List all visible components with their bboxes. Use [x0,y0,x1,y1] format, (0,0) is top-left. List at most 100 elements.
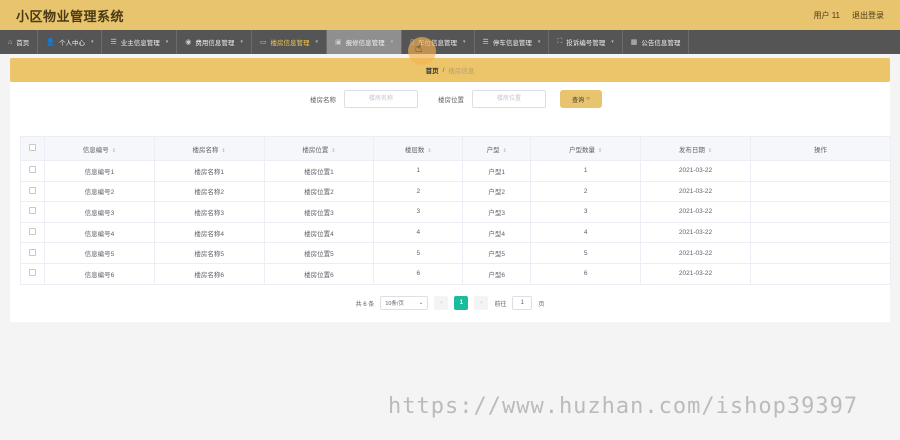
page-unit-label: 页 [538,301,545,308]
sort-icon[interactable]: ⇕ [112,148,116,154]
chevron-down-icon: ⌄ [418,300,424,306]
table-row: 信息编号4 楼房名称4 楼房位置4 4 户型4 4 2021-03-22 [20,221,891,244]
sort-icon[interactable]: ⇕ [503,148,507,154]
column-header-label: 户型数量 [569,146,596,154]
page-number-current[interactable]: 1 [454,296,469,310]
list-icon: ☰ [110,39,117,46]
building-name-input[interactable] [344,90,418,108]
table-cell: 户型2 [462,180,532,203]
chevron-down-icon: ▾ [165,39,169,45]
nav-item-7[interactable]: ▯ 车位信息管理 ▾ [402,30,475,54]
table-cell: 户型6 [462,262,532,285]
table-cell: 6 [373,262,464,285]
sort-icon[interactable]: ⇕ [331,148,335,154]
row-checkbox[interactable] [29,228,36,236]
location-icon: ◉ [185,39,192,46]
column-header[interactable]: 发布日期 ⇕ [640,136,751,161]
table-cell [750,221,891,244]
breadcrumb-home[interactable]: 首页 [426,65,439,75]
chevron-left-icon: ‹ [440,300,443,306]
table-cell: 信息编号4 [44,221,155,244]
sort-icon[interactable]: ⇕ [427,148,431,154]
logout-link[interactable]: 退出登录 [852,10,884,21]
chevron-down-icon: ▾ [315,39,319,45]
page-size-select[interactable]: 10条/页 ⌄ [380,296,429,310]
table-body: 信息编号1 楼房名称1 楼房位置1 1 户型1 1 2021-03-22 信息编号2 楼房名称2… [20,160,891,285]
nav-item-label: 投诉编号管理 [566,40,606,47]
chevron-down-icon: ▾ [463,39,466,45]
table-cell: 3 [373,201,464,223]
select-all-checkbox[interactable] [29,144,36,151]
table-cell: 2021-03-22 [640,221,751,244]
table-cell: 信息编号3 [44,201,155,223]
table-row: 信息编号1 楼房名称1 楼房位置1 1 户型1 1 2021-03-22 [20,160,891,182]
column-header-label: 操作 [814,146,827,154]
table-cell: 6 [530,262,642,285]
current-user[interactable]: 用户 11 [813,10,840,21]
nav-item-9[interactable]: ⛶ 投诉编号管理 ▾ [549,30,623,54]
row-select-cell [20,180,45,203]
building-location-input[interactable] [472,90,546,108]
nav-item-3[interactable]: ☰ 业主信息管理 ▾ [102,30,178,54]
table-cell [750,180,891,203]
nav-item-label: 业主信息管理 [120,40,160,47]
row-checkbox[interactable] [29,207,36,215]
chevron-down-icon: ▾ [611,39,614,45]
column-header-label: 楼房位置 [302,146,329,154]
next-page-button[interactable]: › [474,296,489,310]
search-button[interactable]: 查询 ○ [560,90,602,108]
nav-item-label: 车位信息管理 [418,40,458,47]
prev-page-button[interactable]: ‹ [434,296,449,310]
page-size-value: 10条/页 [385,301,404,307]
nav-item-2[interactable]: 👤 个人中心 ▾ [38,30,103,54]
table-row: 信息编号3 楼房名称3 楼房位置3 3 户型3 3 2021-03-22 [20,201,891,223]
breadcrumb-current: 楼房信息 [448,68,475,75]
sort-icon[interactable]: ⇕ [222,148,226,154]
nav-item-label: 首页 [16,40,30,47]
column-header[interactable]: 楼房位置 ⇕ [263,136,375,161]
row-select-cell [20,160,45,182]
table-cell: 楼房位置1 [263,160,375,182]
search-button-label: 查询 [572,97,585,104]
row-checkbox[interactable] [29,166,36,174]
building-table: 信息编号 ⇕ 楼房名称 ⇕ 楼房位置 ⇕ 楼层数 ⇕ 户型 ⇕ 户型数量 ⇕ 发布日期 ⇕ 操作 信息编号1… [20,136,891,285]
nav-item-label: 楼房信息管理 [270,40,310,47]
column-header[interactable]: 户型 ⇕ [462,136,532,161]
nav-item-1[interactable]: ⌂ 首页 [0,30,39,54]
column-header[interactable]: 楼房名称 ⇕ [153,136,265,161]
table-cell: 楼房名称6 [153,262,265,285]
watermark: https://www.huzhan.com/ishop39397 [388,394,859,419]
column-header[interactable]: 户型数量 ⇕ [530,136,642,161]
nav-item-4[interactable]: ◉ 费用信息管理 ▾ [177,30,252,54]
nav-item-6[interactable]: ▣ 报修信息管理 ▾ [327,30,403,54]
chevron-down-icon: ▾ [537,39,541,45]
sort-icon[interactable]: ⇕ [598,148,602,154]
chevron-down-icon: ▾ [390,39,394,45]
row-checkbox[interactable] [29,248,36,256]
main-content: 楼房名称 楼房位置 查询 ○ 信息编号⇕楼房名称⇕楼房位置⇕楼层数⇕户型⇕户型数… [10,82,891,322]
nav-item-10[interactable]: ▦ 公告信息管理 [623,30,690,54]
table-cell: 2021-03-22 [640,242,751,264]
table-header-row: 信息编号 ⇕ 楼房名称 ⇕ 楼房位置 ⇕ 楼层数 ⇕ 户型 ⇕ 户型数量 ⇕ 发布日期 ⇕ 操作 [20,136,891,161]
main-nav: ⌂ 首页 👤 个人中心 ▾ ☰ 业主信息管理 ▾ ◉ 费用信息管理 ▾ ▭ 楼房信息管理 ▾ ▣ 报修信息管理… [0,30,900,54]
file-icon: ▯ [410,39,415,46]
column-header[interactable]: 楼层数 ⇕ [373,136,464,161]
table-cell: 信息编号1 [44,160,155,182]
breadcrumb: 首页 / 楼房信息 [10,58,890,82]
row-checkbox[interactable] [29,269,36,277]
table-cell: 4 [530,221,642,244]
nav-item-label: 公告信息管理 [641,40,681,47]
sort-icon[interactable]: ⇕ [708,148,712,154]
table-cell: 楼房名称1 [153,160,265,182]
app-title: 小区物业管理系统 [16,8,125,24]
table-cell: 2 [530,180,642,203]
column-header[interactable]: 信息编号 ⇕ [44,136,155,161]
nav-item-label: 费用信息管理 [195,40,235,47]
nav-item-8[interactable]: ☰ 停车信息管理 ▾ [475,30,550,54]
doc-icon: ☰ [482,39,489,46]
row-checkbox[interactable] [29,186,36,194]
goto-page-input[interactable]: 1 [512,296,533,310]
table-cell: 楼房位置2 [263,180,375,203]
nav-item-label: 报修信息管理 [345,40,385,47]
nav-item-5[interactable]: ▭ 楼房信息管理 ▾ [252,30,328,54]
